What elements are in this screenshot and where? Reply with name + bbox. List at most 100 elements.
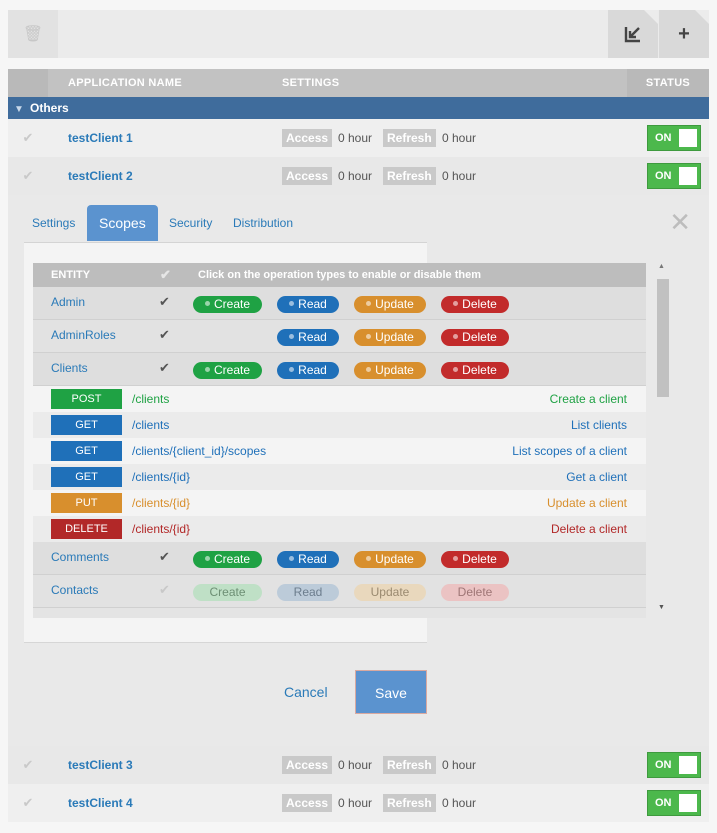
- dot-icon: [204, 367, 210, 373]
- checkmark-icon[interactable]: ✔: [159, 360, 170, 376]
- update-scope-button[interactable]: Update: [354, 362, 426, 379]
- scroll-up-icon[interactable]: ▲: [658, 263, 665, 270]
- create-scope-button[interactable]: Create: [193, 362, 262, 379]
- update-scope-button[interactable]: Update: [354, 296, 426, 313]
- scrollbar[interactable]: ▲ ▼: [654, 263, 670, 618]
- scopes-table: ENTITY ✔ Click on the operation types to…: [33, 263, 646, 618]
- client-name-link[interactable]: testClient 1: [68, 131, 133, 145]
- delete-label: Delete: [462, 297, 497, 311]
- access-label: Access: [282, 756, 333, 774]
- method-description: Update a client: [546, 496, 627, 510]
- delete-label: Delete: [462, 552, 497, 566]
- scroll-down-icon[interactable]: ▼: [658, 604, 665, 611]
- checkmark-icon[interactable]: ✔: [160, 267, 171, 283]
- access-value: 0 hour: [338, 758, 373, 772]
- status-toggle[interactable]: ON: [647, 125, 701, 151]
- tab-distribution[interactable]: Distribution: [233, 216, 293, 230]
- delete-scope-button[interactable]: Delete: [441, 296, 509, 313]
- entity-row: AdminRoles ✔ Read Update Delete: [33, 320, 646, 353]
- access-label: Access: [282, 794, 333, 812]
- checkmark-icon[interactable]: ✔: [159, 294, 170, 310]
- update-scope-button[interactable]: Update: [354, 551, 426, 568]
- toggle-knob: [679, 129, 697, 147]
- status-toggle[interactable]: ON: [647, 790, 701, 816]
- save-button[interactable]: Save: [355, 670, 427, 714]
- access-value: 0 hour: [338, 131, 373, 145]
- create-scope-button[interactable]: Create: [193, 296, 262, 313]
- client-row[interactable]: ✔ testClient 2 Access 0 hour Refresh 0 h…: [8, 157, 709, 195]
- method-row: GET /clients/{client_id}/scopes List sco…: [33, 438, 646, 464]
- tab-settings[interactable]: Settings: [32, 216, 75, 230]
- delete-scope-button[interactable]: Delete: [441, 329, 509, 346]
- entity-name[interactable]: Comments: [51, 550, 109, 564]
- read-scope-button[interactable]: Read: [277, 362, 339, 379]
- header-hint: Click on the operation types to enable o…: [198, 269, 481, 281]
- access-value: 0 hour: [338, 796, 373, 810]
- dot-icon: [204, 301, 210, 307]
- client-row[interactable]: ✔ testClient 3 Access 0 hour Refresh 0 h…: [8, 746, 709, 784]
- update-scope-button[interactable]: Update: [354, 329, 426, 346]
- create-scope-button[interactable]: Create: [193, 584, 262, 601]
- method-path: /clients/{id}: [132, 470, 191, 484]
- import-export-icon[interactable]: [608, 10, 658, 58]
- scrollbar-thumb[interactable]: [657, 279, 669, 397]
- entity-name[interactable]: Contacts: [51, 583, 98, 597]
- dot-icon: [366, 301, 372, 307]
- checkmark-icon[interactable]: ✔: [8, 157, 48, 195]
- toggle-knob: [679, 794, 697, 812]
- refresh-value: 0 hour: [442, 758, 477, 772]
- checkmark-icon[interactable]: ✔: [8, 746, 48, 784]
- dot-icon: [366, 334, 372, 340]
- entity-name[interactable]: Clients: [51, 361, 88, 375]
- access-value: 0 hour: [338, 169, 373, 183]
- dot-icon: [453, 556, 459, 562]
- method-row: GET /clients/{id} Get a client: [33, 464, 646, 490]
- tab-security[interactable]: Security: [169, 216, 212, 230]
- method-row: GET /clients List clients: [33, 412, 646, 438]
- dot-icon: [453, 367, 459, 373]
- method-badge: GET: [51, 441, 122, 461]
- method-path: /clients: [132, 392, 170, 406]
- read-scope-button[interactable]: Read: [277, 296, 339, 313]
- entity-row: Admin ✔ Create Read Update Delete: [33, 287, 646, 320]
- checkmark-icon[interactable]: ✔: [8, 119, 48, 157]
- read-scope-button[interactable]: Read: [277, 329, 339, 346]
- create-scope-button[interactable]: Create: [193, 551, 262, 568]
- method-description: List clients: [570, 418, 627, 432]
- cancel-button[interactable]: Cancel: [284, 684, 328, 700]
- header-application-name: APPLICATION NAME: [68, 77, 182, 89]
- update-scope-button[interactable]: Update: [354, 584, 426, 601]
- entity-row: Clients ✔ Create Read Update Delete: [33, 353, 646, 386]
- entity-name[interactable]: Admin: [51, 295, 85, 309]
- checkmark-icon[interactable]: ✔: [159, 549, 170, 565]
- method-description: List scopes of a client: [512, 444, 627, 458]
- checkmark-icon[interactable]: ✔: [159, 327, 170, 343]
- scopes-table-header: ENTITY ✔ Click on the operation types to…: [33, 263, 646, 287]
- client-name-link[interactable]: testClient 3: [68, 758, 133, 772]
- group-header-others[interactable]: ▼ Others: [8, 97, 709, 119]
- client-row[interactable]: ✔ testClient 1 Access 0 hour Refresh 0 h…: [8, 119, 709, 157]
- trash-icon[interactable]: 🗑: [8, 10, 58, 58]
- delete-scope-button[interactable]: Delete: [441, 551, 509, 568]
- delete-scope-button[interactable]: Delete: [441, 584, 509, 601]
- entity-name[interactable]: AdminRoles: [51, 328, 116, 342]
- checkmark-icon[interactable]: ✔: [159, 582, 170, 598]
- client-row[interactable]: ✔ testClient 4 Access 0 hour Refresh 0 h…: [8, 784, 709, 822]
- close-icon[interactable]: ✕: [669, 209, 691, 235]
- client-name-link[interactable]: testClient 4: [68, 796, 133, 810]
- method-description: Delete a client: [550, 522, 627, 536]
- plus-icon[interactable]: +: [659, 10, 709, 58]
- tab-scopes[interactable]: Scopes: [87, 205, 158, 241]
- status-toggle[interactable]: ON: [647, 752, 701, 778]
- update-label: Update: [375, 552, 414, 566]
- client-name-link[interactable]: testClient 2: [68, 169, 133, 183]
- read-scope-button[interactable]: Read: [277, 551, 339, 568]
- read-scope-button[interactable]: Read: [277, 584, 339, 601]
- delete-scope-button[interactable]: Delete: [441, 362, 509, 379]
- toggle-label: ON: [655, 797, 672, 809]
- checkmark-icon[interactable]: ✔: [8, 784, 48, 822]
- read-label: Read: [298, 330, 327, 344]
- status-toggle[interactable]: ON: [647, 163, 701, 189]
- method-path: /clients/{client_id}/scopes: [132, 444, 267, 458]
- client-detail-panel: Settings Scopes Security Distribution ✕ …: [8, 195, 709, 746]
